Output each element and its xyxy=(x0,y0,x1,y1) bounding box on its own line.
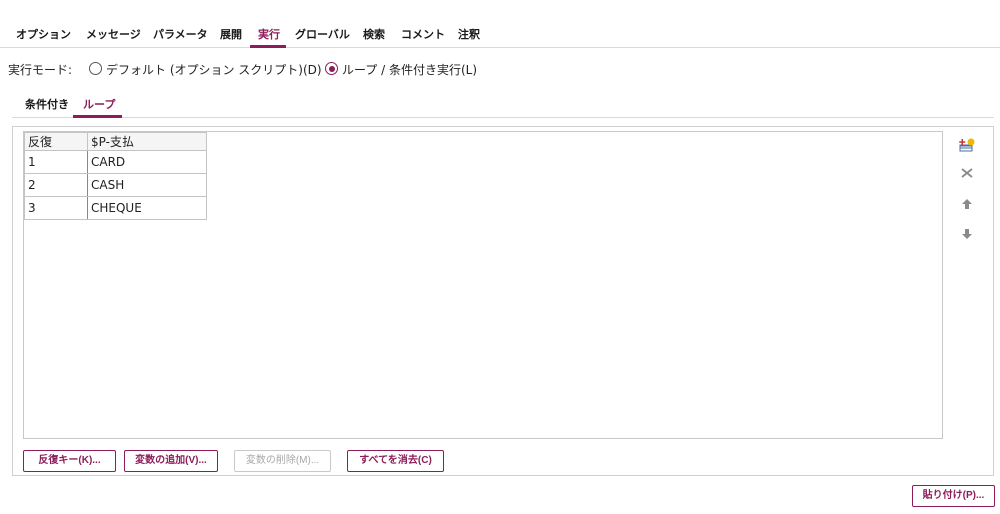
table-cell-value[interactable]: CASH xyxy=(87,173,207,197)
column-header-payment[interactable]: $P-支払 xyxy=(87,132,207,151)
radio-loop-label[interactable]: ループ / 条件付き実行(L) xyxy=(342,61,477,78)
tab-deploy[interactable]: 展開 xyxy=(220,26,242,42)
tab-loop[interactable]: ループ xyxy=(83,96,115,112)
radio-default[interactable] xyxy=(89,62,102,75)
table-header-row: 反復 $P-支払 xyxy=(24,132,207,151)
table-cell-value[interactable]: CARD xyxy=(87,150,207,174)
add-icon[interactable] xyxy=(959,137,975,153)
add-variable-button[interactable]: 変数の追加(V)... xyxy=(124,450,218,472)
active-tab-indicator xyxy=(250,45,286,48)
delete-icon[interactable] xyxy=(959,165,975,181)
column-header-iteration[interactable]: 反復 xyxy=(24,132,88,151)
table-cell-iteration[interactable]: 2 xyxy=(24,173,88,197)
delete-variable-button: 変数の削除(M)... xyxy=(234,450,331,472)
tab-messages[interactable]: メッセージ xyxy=(86,26,141,42)
sub-tab-bar: 条件付き ループ xyxy=(12,90,994,118)
tab-parameters[interactable]: パラメータ xyxy=(153,26,208,42)
top-tab-bar: オプション メッセージ パラメータ 展開 実行 グローバル 検索 コメント 注釈 xyxy=(0,0,1000,48)
table-row[interactable]: 3 CHEQUE xyxy=(24,196,207,220)
radio-default-label[interactable]: デフォルト (オプション スクリプト)(D) xyxy=(106,61,322,78)
loop-table-area: 反復 $P-支払 1 CARD 2 CASH 3 CHEQUE xyxy=(23,131,943,439)
tab-options[interactable]: オプション xyxy=(16,26,71,42)
clear-all-button[interactable]: すべてを消去(C) xyxy=(347,450,444,472)
table-row[interactable]: 2 CASH xyxy=(24,173,207,197)
tab-annotation[interactable]: 注釈 xyxy=(458,26,480,42)
loop-table: 反復 $P-支払 1 CARD 2 CASH 3 CHEQUE xyxy=(24,132,207,220)
tab-comment[interactable]: コメント xyxy=(401,26,445,42)
tab-run[interactable]: 実行 xyxy=(258,26,280,42)
run-mode-label: 実行モード: xyxy=(8,63,73,77)
arrow-up-icon[interactable] xyxy=(959,196,975,212)
iteration-key-button[interactable]: 反復キー(K)... xyxy=(23,450,116,472)
table-cell-iteration[interactable]: 3 xyxy=(24,196,88,220)
table-cell-iteration[interactable]: 1 xyxy=(24,150,88,174)
tab-search[interactable]: 検索 xyxy=(363,26,385,42)
loop-panel: 反復 $P-支払 1 CARD 2 CASH 3 CHEQUE 反復キー(K).… xyxy=(12,126,994,476)
paste-button[interactable]: 貼り付け(P)... xyxy=(912,485,995,507)
table-row[interactable]: 1 CARD xyxy=(24,150,207,174)
table-cell-value[interactable]: CHEQUE xyxy=(87,196,207,220)
radio-loop[interactable] xyxy=(325,62,338,75)
tab-global[interactable]: グローバル xyxy=(295,26,350,42)
tab-conditional[interactable]: 条件付き xyxy=(25,96,69,112)
arrow-down-icon[interactable] xyxy=(959,226,975,242)
active-subtab-indicator xyxy=(73,115,122,118)
